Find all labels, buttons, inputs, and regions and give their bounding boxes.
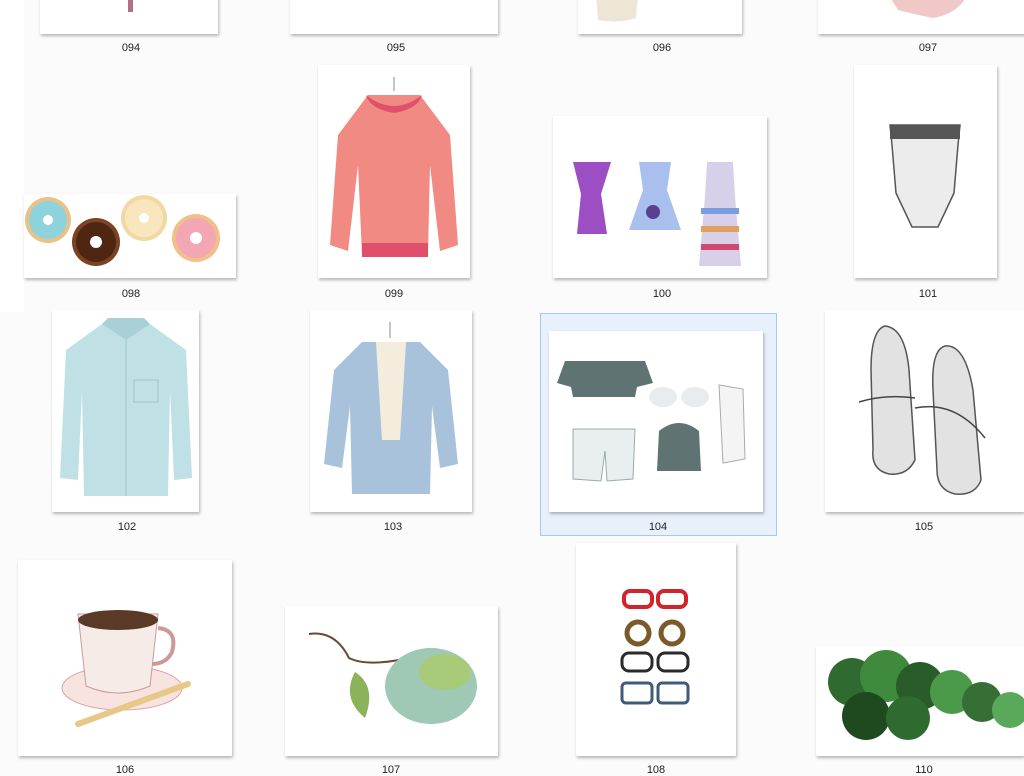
dress-hem-thumbnail-icon (40, 0, 218, 34)
file-label: 099 (384, 288, 404, 300)
file-label: 098 (121, 288, 141, 300)
file-label: 110 (915, 764, 933, 776)
file-label: 095 (386, 42, 406, 54)
file-label: 103 (383, 521, 403, 533)
pink-sweater-thumbnail-icon (318, 65, 470, 278)
file-label: 096 (652, 42, 672, 54)
file-label: 106 (115, 764, 135, 776)
denim-shirt-thumbnail-icon (52, 310, 199, 512)
file-label: 097 (918, 42, 938, 54)
corset-thumbnail-icon (854, 65, 997, 278)
trees-thumbnail-icon (816, 646, 1024, 756)
left-panel-edge (0, 0, 24, 312)
file-label: 107 (381, 764, 401, 776)
file-label: 102 (117, 521, 137, 533)
lace-garment-thumbnail-icon (578, 0, 742, 34)
file-label: 094 (121, 42, 141, 54)
blank-thumbnail-icon (290, 0, 498, 34)
file-label: 105 (914, 521, 934, 533)
pink-garment-thumbnail-icon (818, 0, 1024, 34)
denim-jacket-thumbnail-icon (310, 310, 472, 512)
file-label: 101 (918, 288, 938, 300)
file-label: 108 (646, 764, 666, 776)
leaf-branch-thumbnail-icon (285, 606, 498, 756)
file-label: 100 (652, 288, 672, 300)
file-label: 104 (648, 521, 668, 533)
three-dresses-thumbnail-icon (553, 116, 767, 278)
coffee-cup-thumbnail-icon (18, 560, 232, 756)
outfit-set-thumbnail-icon (549, 331, 763, 512)
donuts-thumbnail-icon (24, 194, 236, 278)
eyeglasses-thumbnail-icon (576, 543, 736, 756)
sneakers-thumbnail-icon (825, 310, 1024, 512)
